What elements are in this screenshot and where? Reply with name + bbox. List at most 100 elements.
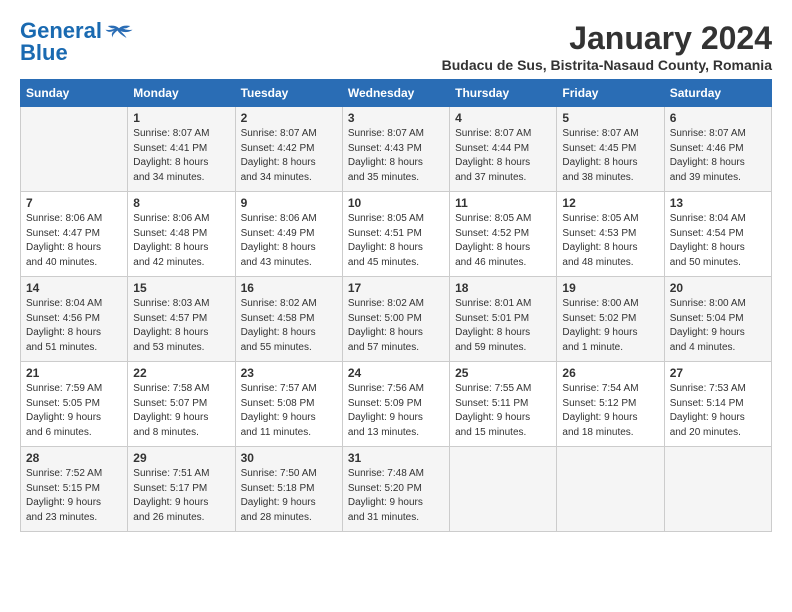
day-info: Sunrise: 7:56 AM Sunset: 5:09 PM Dayligh… (348, 382, 444, 440)
calendar-cell: 21Sunrise: 7:59 AM Sunset: 5:05 PM Dayli… (21, 362, 128, 447)
calendar-table: SundayMondayTuesdayWednesdayThursdayFrid… (20, 79, 772, 532)
calendar-cell: 8Sunrise: 8:06 AM Sunset: 4:48 PM Daylig… (128, 192, 235, 277)
day-info: Sunrise: 7:53 AM Sunset: 5:14 PM Dayligh… (670, 382, 766, 440)
day-info: Sunrise: 7:57 AM Sunset: 5:08 PM Dayligh… (241, 382, 337, 440)
calendar-cell: 11 Sunrise: 8:05 AM Sunset: 4:52 PM Dayli… (450, 192, 557, 277)
day-number: 5 (562, 111, 658, 125)
day-number: 12 (562, 196, 658, 210)
calendar-cell: 6 Sunrise: 8:07 AM Sunset: 4:46 PM Daylig… (664, 107, 771, 192)
day-number: 11 (455, 196, 551, 210)
day-number: 31 (348, 451, 444, 465)
calendar-cell: 13 Sunrise: 8:04 AM Sunset: 4:54 PM Dayli… (664, 192, 771, 277)
day-number: 25 (455, 366, 551, 380)
calendar-cell: 20 Sunrise: 8:00 AM Sunset: 5:04 PM Dayli… (664, 277, 771, 362)
calendar-cell: 3 Sunrise: 8:07 AM Sunset: 4:43 PM Daylig… (342, 107, 449, 192)
calendar-cell: 10 Sunrise: 8:05 AM Sunset: 4:51 PM Dayli… (342, 192, 449, 277)
calendar-header: SundayMondayTuesdayWednesdayThursdayFrid… (21, 80, 772, 107)
day-number: 23 (241, 366, 337, 380)
day-info: Sunrise: 7:55 AM Sunset: 5:11 PM Dayligh… (455, 382, 551, 440)
calendar-cell: 4 Sunrise: 8:07 AM Sunset: 4:44 PM Daylig… (450, 107, 557, 192)
calendar-cell (557, 447, 664, 532)
day-info: Sunrise: 7:48 AM Sunset: 5:20 PM Dayligh… (348, 467, 444, 525)
day-number: 20 (670, 281, 766, 295)
calendar-body: 1 Sunrise: 8:07 AM Sunset: 4:41 PM Daylig… (21, 107, 772, 532)
day-number: 18 (455, 281, 551, 295)
day-info: Sunrise: 7:52 AM Sunset: 5:15 PM Dayligh… (26, 467, 122, 525)
day-info: Sunrise: 7:58 AM Sunset: 5:07 PM Dayligh… (133, 382, 229, 440)
calendar-cell: 1 Sunrise: 8:07 AM Sunset: 4:41 PM Daylig… (128, 107, 235, 192)
day-info: Sunrise: 8:07 AM Sunset: 4:43 PM Dayligh… (348, 127, 444, 185)
day-info: Sunrise: 8:04 AM Sunset: 4:56 PM Dayligh… (26, 297, 122, 355)
subtitle: Budacu de Sus, Bistrita-Nasaud County, R… (442, 57, 772, 73)
day-info: Sunrise: 8:05 AM Sunset: 4:52 PM Dayligh… (455, 212, 551, 270)
day-info: Sunrise: 8:07 AM Sunset: 4:45 PM Dayligh… (562, 127, 658, 185)
calendar-week-row: 7 Sunrise: 8:06 AM Sunset: 4:47 PM Daylig… (21, 192, 772, 277)
day-number: 2 (241, 111, 337, 125)
day-number: 9 (241, 196, 337, 210)
calendar-cell: 23 Sunrise: 7:57 AM Sunset: 5:08 PM Dayli… (235, 362, 342, 447)
calendar-cell: 31 Sunrise: 7:48 AM Sunset: 5:20 PM Dayli… (342, 447, 449, 532)
calendar-cell: 22 Sunrise: 7:58 AM Sunset: 5:07 PM Dayli… (128, 362, 235, 447)
day-info: Sunrise: 8:07 AM Sunset: 4:41 PM Dayligh… (133, 127, 229, 185)
day-number: 14 (26, 281, 122, 295)
day-info: Sunrise: 8:06 AM Sunset: 4:49 PM Dayligh… (241, 212, 337, 270)
weekday-header-row: SundayMondayTuesdayWednesdayThursdayFrid… (21, 80, 772, 107)
day-number: 15 (133, 281, 229, 295)
calendar-cell: 2Sunrise: 8:07 AM Sunset: 4:42 PM Daylig… (235, 107, 342, 192)
day-number: 29 (133, 451, 229, 465)
calendar-cell: 19 Sunrise: 8:00 AM Sunset: 5:02 PM Dayli… (557, 277, 664, 362)
calendar-cell: 28 Sunrise: 7:52 AM Sunset: 5:15 PM Dayli… (21, 447, 128, 532)
calendar-cell: 30 Sunrise: 7:50 AM Sunset: 5:18 PM Dayli… (235, 447, 342, 532)
day-number: 1 (133, 111, 229, 125)
day-number: 10 (348, 196, 444, 210)
day-number: 27 (670, 366, 766, 380)
day-info: Sunrise: 8:03 AM Sunset: 4:57 PM Dayligh… (133, 297, 229, 355)
day-number: 30 (241, 451, 337, 465)
day-info: Sunrise: 8:04 AM Sunset: 4:54 PM Dayligh… (670, 212, 766, 270)
calendar-cell: 24 Sunrise: 7:56 AM Sunset: 5:09 PM Dayli… (342, 362, 449, 447)
day-info: Sunrise: 8:00 AM Sunset: 5:04 PM Dayligh… (670, 297, 766, 355)
day-number: 21 (26, 366, 122, 380)
day-number: 13 (670, 196, 766, 210)
calendar-week-row: 14 Sunrise: 8:04 AM Sunset: 4:56 PM Dayli… (21, 277, 772, 362)
day-number: 8 (133, 196, 229, 210)
title-block: January 2024 Budacu de Sus, Bistrita-Nas… (442, 20, 772, 73)
day-info: Sunrise: 8:05 AM Sunset: 4:53 PM Dayligh… (562, 212, 658, 270)
calendar-cell: 12 Sunrise: 8:05 AM Sunset: 4:53 PM Dayli… (557, 192, 664, 277)
weekday-header-cell: Thursday (450, 80, 557, 107)
calendar-cell: 5 Sunrise: 8:07 AM Sunset: 4:45 PM Daylig… (557, 107, 664, 192)
calendar-cell: 7 Sunrise: 8:06 AM Sunset: 4:47 PM Daylig… (21, 192, 128, 277)
day-info: Sunrise: 7:54 AM Sunset: 5:12 PM Dayligh… (562, 382, 658, 440)
day-info: Sunrise: 7:50 AM Sunset: 5:18 PM Dayligh… (241, 467, 337, 525)
day-info: Sunrise: 8:00 AM Sunset: 5:02 PM Dayligh… (562, 297, 658, 355)
day-number: 28 (26, 451, 122, 465)
day-number: 26 (562, 366, 658, 380)
day-number: 24 (348, 366, 444, 380)
weekday-header-cell: Monday (128, 80, 235, 107)
calendar-week-row: 1 Sunrise: 8:07 AM Sunset: 4:41 PM Daylig… (21, 107, 772, 192)
calendar-cell: 27 Sunrise: 7:53 AM Sunset: 5:14 PM Dayli… (664, 362, 771, 447)
day-info: Sunrise: 8:05 AM Sunset: 4:51 PM Dayligh… (348, 212, 444, 270)
day-info: Sunrise: 8:07 AM Sunset: 4:46 PM Dayligh… (670, 127, 766, 185)
day-number: 4 (455, 111, 551, 125)
day-number: 3 (348, 111, 444, 125)
calendar-cell: 26 Sunrise: 7:54 AM Sunset: 5:12 PM Dayli… (557, 362, 664, 447)
day-number: 16 (241, 281, 337, 295)
day-number: 22 (133, 366, 229, 380)
calendar-cell: 16Sunrise: 8:02 AM Sunset: 4:58 PM Dayli… (235, 277, 342, 362)
calendar-cell: 15 Sunrise: 8:03 AM Sunset: 4:57 PM Dayli… (128, 277, 235, 362)
calendar-cell: 17Sunrise: 8:02 AM Sunset: 5:00 PM Dayli… (342, 277, 449, 362)
calendar-cell (450, 447, 557, 532)
logo-bird-icon (104, 23, 134, 41)
day-info: Sunrise: 8:07 AM Sunset: 4:44 PM Dayligh… (455, 127, 551, 185)
day-number: 19 (562, 281, 658, 295)
calendar-cell: 9 Sunrise: 8:06 AM Sunset: 4:49 PM Daylig… (235, 192, 342, 277)
day-number: 6 (670, 111, 766, 125)
day-number: 7 (26, 196, 122, 210)
weekday-header-cell: Wednesday (342, 80, 449, 107)
day-info: Sunrise: 8:06 AM Sunset: 4:47 PM Dayligh… (26, 212, 122, 270)
calendar-cell: 18Sunrise: 8:01 AM Sunset: 5:01 PM Dayli… (450, 277, 557, 362)
header-area: GeneralBlue January 2024 Budacu de Sus, … (20, 20, 772, 73)
calendar-cell (21, 107, 128, 192)
calendar-cell: 14 Sunrise: 8:04 AM Sunset: 4:56 PM Dayli… (21, 277, 128, 362)
